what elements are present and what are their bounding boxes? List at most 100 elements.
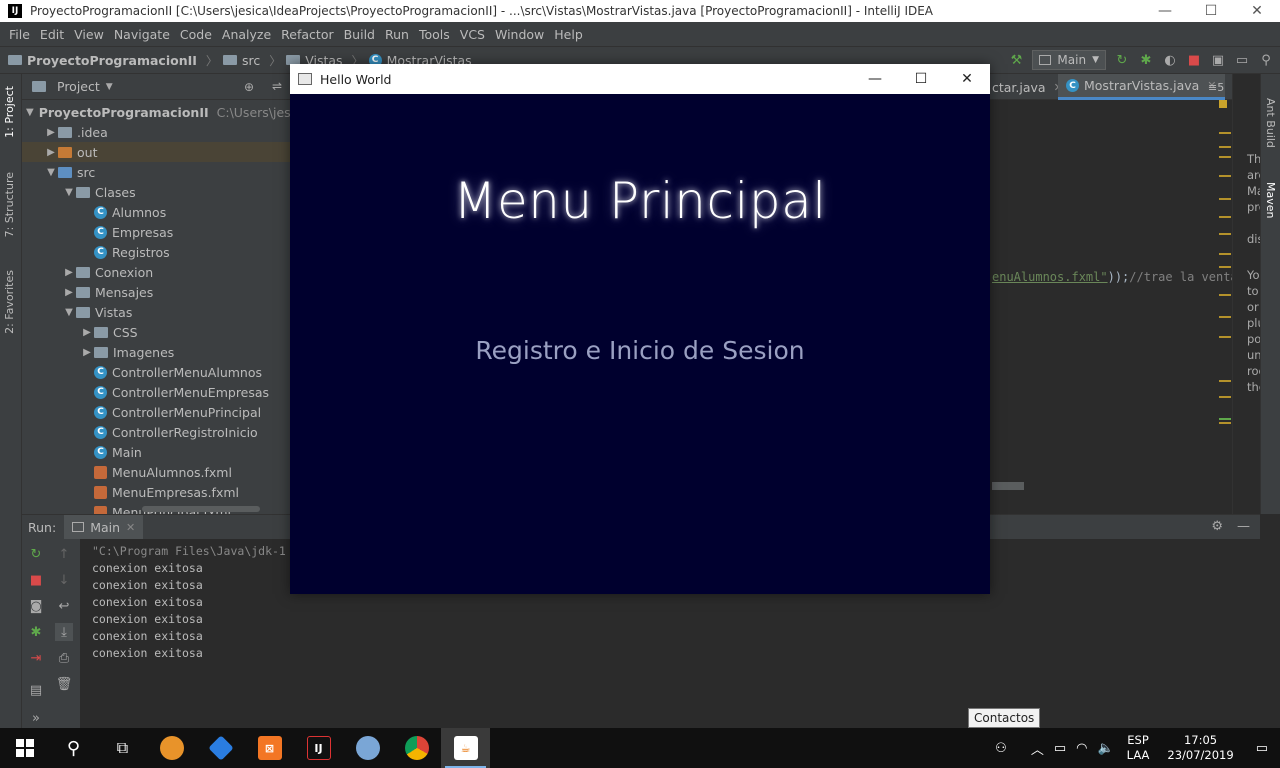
chevron-right-icon[interactable]: ▶ [80, 327, 94, 338]
run-config-select[interactable]: Main ▼ [1032, 50, 1106, 70]
stop-icon[interactable]: ■ [1186, 52, 1202, 68]
tree-item[interactable]: ▶ CSS [22, 322, 292, 342]
hide-icon[interactable]: — [1237, 519, 1250, 534]
menu-tools[interactable]: Tools [414, 27, 455, 42]
chevron-right-icon[interactable]: ▶ [80, 347, 94, 358]
start-button[interactable] [0, 728, 49, 768]
minimize-button[interactable]: — [1142, 0, 1188, 22]
chevron-right-icon[interactable]: ▶ [44, 147, 58, 158]
menu-window[interactable]: Window [490, 27, 549, 42]
gear-icon[interactable]: ⚙ [1211, 519, 1223, 534]
menu-analyze[interactable]: Analyze [217, 27, 276, 42]
tree-item[interactable]: C ControllerMenuAlumnos [22, 362, 292, 382]
menu-build[interactable]: Build [339, 27, 380, 42]
tree-item[interactable]: ▼ src [22, 162, 292, 182]
taskbar-app-blue[interactable] [196, 728, 245, 768]
editor-scrollbar[interactable] [992, 482, 1024, 490]
tool-tab-structure[interactable]: 7: Structure [3, 172, 16, 237]
project-structure-icon[interactable]: ▣ [1210, 52, 1226, 68]
chevron-down-icon[interactable]: ▼ [26, 107, 34, 118]
tree-item[interactable]: ▶ Imagenes [22, 342, 292, 362]
minimize-button[interactable]: — [852, 64, 898, 94]
layout-icon[interactable]: ▤ [27, 681, 45, 699]
taskbar-app-java[interactable]: ☕ [441, 728, 490, 768]
close-icon[interactable]: ✕ [126, 521, 135, 534]
breadcrumb-src[interactable]: src [222, 53, 260, 68]
panel-scrollbar[interactable] [142, 506, 260, 512]
collapse-icon[interactable]: ⇌ [272, 79, 282, 93]
run-tab-main[interactable]: Main ✕ [64, 515, 144, 539]
wifi-icon[interactable]: ◠ [1071, 741, 1092, 756]
locate-icon[interactable]: ⊕ [244, 80, 254, 94]
close-button[interactable]: ✕ [944, 64, 990, 94]
debug-icon[interactable]: ✱ [1138, 52, 1154, 68]
console-output[interactable]: "C:\Program Files\Java\jdk-1 conexion exi… [92, 543, 286, 662]
tool-tab-project[interactable]: 1: Project [3, 86, 16, 138]
menu-edit[interactable]: Edit [35, 27, 69, 42]
clock[interactable]: 17:05 23/07/2019 [1157, 733, 1243, 763]
battery-icon[interactable]: ▭ [1049, 741, 1071, 756]
tree-item[interactable]: C ControllerMenuEmpresas [22, 382, 292, 402]
taskbar-app-xampp[interactable]: ⊠ [245, 728, 294, 768]
presentation-icon[interactable]: ▭ [1234, 52, 1250, 68]
chevron-right-icon[interactable]: ▶ [62, 287, 76, 298]
project-panel-title[interactable]: Project [57, 79, 100, 94]
tree-item[interactable]: C Main [22, 442, 292, 462]
coverage-icon[interactable]: ◐ [1162, 52, 1178, 68]
tree-item[interactable]: ▶ Mensajes [22, 282, 292, 302]
task-view-button[interactable]: ⧉ [98, 728, 147, 768]
chevron-down-icon[interactable]: ▼ [106, 82, 113, 92]
taskbar-app-intellij[interactable]: IJ [294, 728, 343, 768]
taskbar-app-chrome[interactable] [392, 728, 441, 768]
up-arrow-icon[interactable]: ↑ [55, 545, 73, 563]
tool-tab-maven[interactable]: Maven [1264, 182, 1277, 218]
menu-refactor[interactable]: Refactor [276, 27, 338, 42]
chevron-right-icon[interactable]: ▶ [44, 127, 58, 138]
menu-file[interactable]: File [4, 27, 35, 42]
menu-code[interactable]: Code [175, 27, 217, 42]
search-everywhere-icon[interactable]: ⚲ [1258, 52, 1274, 68]
registro-inicio-sesion-link[interactable]: Registro e Inicio de Sesion [290, 336, 990, 365]
menu-vcs[interactable]: VCS [455, 27, 490, 42]
tree-item[interactable]: ▼ Clases [22, 182, 292, 202]
code-line[interactable]: enuAlumnos.fxml"));//trae la ventan [992, 270, 1232, 284]
more-icon[interactable]: » [27, 709, 45, 727]
down-arrow-icon[interactable]: ↓ [55, 571, 73, 589]
chevron-down-icon[interactable]: ▼ [44, 167, 58, 178]
scroll-to-end-icon[interactable]: ⤓ [55, 623, 73, 641]
tab-overflow[interactable]: ≡5 [1200, 74, 1232, 100]
tree-item[interactable]: ▼ ProyectoProgramacionII C:\Users\jesica\I… [22, 102, 292, 122]
tree-item[interactable]: ▶ .idea [22, 122, 292, 142]
tool-tab-favorites[interactable]: 2: Favorites [3, 270, 16, 334]
exit-icon[interactable]: ⇥ [27, 649, 45, 667]
tool-tab-ant-build[interactable]: Ant Build [1264, 98, 1277, 148]
taskbar-app-paint[interactable] [343, 728, 392, 768]
build-hammer-icon[interactable]: ⚒ [1008, 52, 1024, 68]
menu-navigate[interactable]: Navigate [109, 27, 175, 42]
tree-item[interactable]: MenuEmpresas.fxml [22, 482, 292, 502]
menu-help[interactable]: Help [549, 27, 588, 42]
search-button[interactable]: ⚲ [49, 728, 98, 768]
volume-icon[interactable]: 🔈 [1092, 741, 1118, 756]
tree-item[interactable]: C Alumnos [22, 202, 292, 222]
tree-item[interactable]: ▶ out [22, 142, 292, 162]
debug-icon[interactable]: ✱ [27, 623, 45, 641]
taskbar-app-orange[interactable] [147, 728, 196, 768]
chevron-up-icon[interactable]: ︿ [1026, 739, 1049, 758]
camera-icon[interactable]: ◙ [27, 597, 45, 615]
breadcrumb-project[interactable]: ProyectoProgramacionII [8, 53, 197, 68]
notification-icon[interactable]: ▭ [1244, 741, 1280, 756]
people-icon[interactable]: ⚇ [990, 741, 1012, 756]
rerun-icon[interactable]: ↻ [27, 545, 45, 563]
warning-icon[interactable] [1219, 100, 1227, 108]
rerun-icon[interactable]: ↻ [1114, 52, 1130, 68]
chevron-down-icon[interactable]: ▼ [62, 307, 76, 318]
close-button[interactable]: ✕ [1234, 0, 1280, 22]
maximize-button[interactable]: ☐ [1188, 0, 1234, 22]
soft-wrap-icon[interactable]: ↩ [55, 597, 73, 615]
language-indicator[interactable]: ESP LAA [1119, 733, 1158, 763]
tree-item[interactable]: MenuAlumnos.fxml [22, 462, 292, 482]
tree-item[interactable]: C ControllerMenuPrincipal [22, 402, 292, 422]
chevron-down-icon[interactable]: ▼ [62, 187, 76, 198]
menu-view[interactable]: View [69, 27, 109, 42]
